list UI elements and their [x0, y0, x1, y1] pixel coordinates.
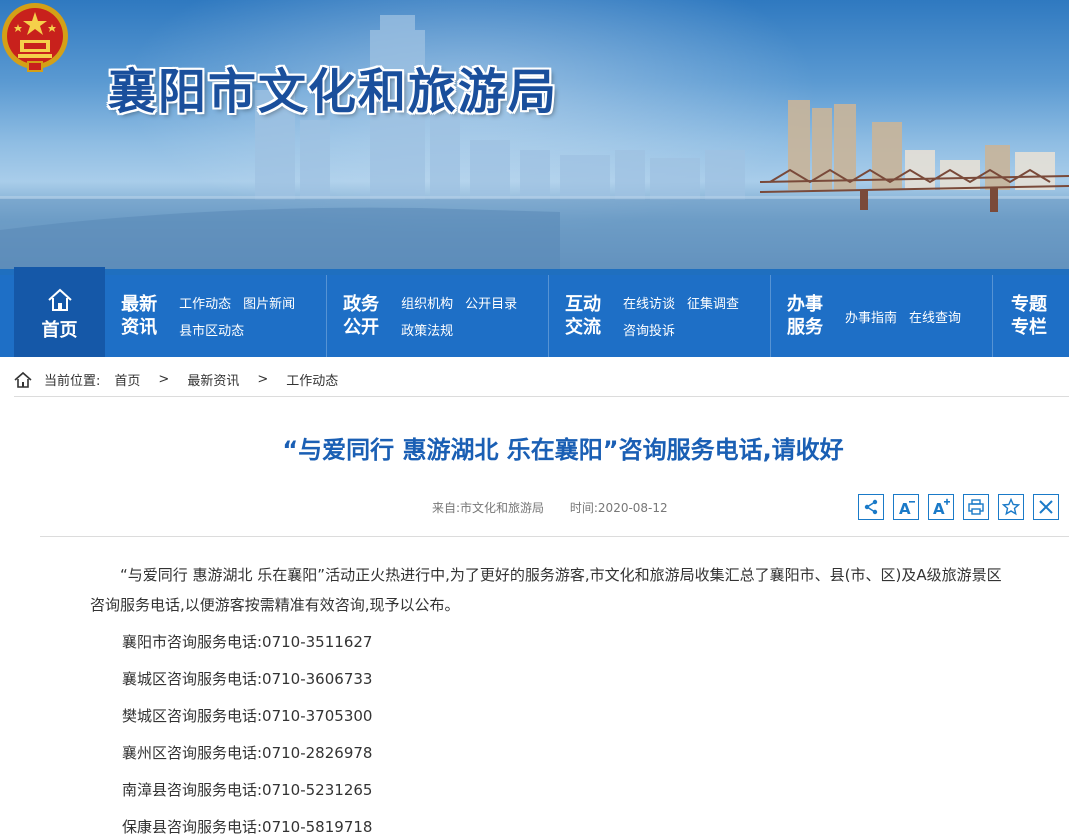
nav-title-news[interactable]: 最新 资讯	[121, 293, 159, 339]
article-meta: 来自:市文化和旅游局 时间:2020-08-12	[432, 499, 668, 516]
nav-group-special: 专题 专栏	[993, 275, 1069, 357]
phone-line: 襄州区咨询服务电话:0710-2826978	[122, 744, 373, 762]
breadcrumb: 当前位置: 首页 > 最新资讯 > 工作动态	[14, 367, 1069, 397]
breadcrumb-home[interactable]: 首页	[114, 370, 140, 389]
nav-link-policy[interactable]: 政策法规	[401, 320, 453, 339]
nav-home[interactable]: 首页	[14, 267, 106, 357]
share-button[interactable]	[858, 494, 884, 520]
article-time: 时间:2020-08-12	[569, 501, 668, 515]
article-tools: A A	[858, 494, 1059, 520]
nav-link-complaint[interactable]: 咨询投诉	[623, 320, 675, 339]
breadcrumb-label: 当前位置:	[44, 374, 101, 389]
main-nav: 首页 最新 资讯 工作动态 图片新闻 县市区动态 政务 公开 组织机构 公开目录 政…	[0, 267, 1069, 357]
nav-title-gov[interactable]: 政务 公开	[343, 293, 381, 339]
breadcrumb-separator: >	[158, 372, 170, 387]
breadcrumb-news[interactable]: 最新资讯	[187, 370, 239, 389]
font-decrease-button[interactable]: A	[893, 494, 919, 520]
nav-link-interview[interactable]: 在线访谈	[623, 293, 675, 312]
nav-group-service: 办事 服务 办事指南 在线查询	[771, 275, 993, 357]
share-icon	[864, 499, 878, 515]
font-decrease-icon: A	[899, 500, 915, 516]
breadcrumb-home-icon	[14, 371, 32, 388]
nav-group-interact: 互动 交流 在线访谈 征集调查 咨询投诉	[549, 275, 771, 357]
print-button[interactable]	[963, 494, 989, 520]
nav-link-catalog[interactable]: 公开目录	[465, 293, 517, 312]
font-increase-icon: A	[933, 498, 950, 516]
nav-link-work-news[interactable]: 工作动态	[179, 293, 231, 312]
nav-group-gov: 政务 公开 组织机构 公开目录 政策法规	[327, 275, 550, 357]
nav-group-news: 最新 资讯 工作动态 图片新闻 县市区动态	[105, 275, 328, 357]
favorite-star-icon	[1002, 498, 1020, 516]
header-banner: 襄阳市文化和旅游局	[0, 0, 1069, 275]
favorite-button[interactable]	[998, 494, 1024, 520]
nav-link-guide[interactable]: 办事指南	[845, 307, 897, 326]
nav-link-survey[interactable]: 征集调查	[687, 293, 739, 312]
article-content: “与爱同行 惠游湖北 乐在襄阳”活动正火热进行中,为了更好的服务游客,市文化和旅…	[90, 560, 1010, 840]
nav-link-photo-news[interactable]: 图片新闻	[243, 293, 295, 312]
article-title: “与爱同行 惠游湖北 乐在襄阳”咨询服务电话,请收好	[282, 436, 844, 464]
article-source: 来自:市文化和旅游局	[432, 501, 545, 515]
nav-link-org[interactable]: 组织机构	[401, 293, 453, 312]
site-title: 襄阳市文化和旅游局	[108, 64, 559, 120]
phone-line: 南漳县咨询服务电话:0710-5231265	[122, 781, 373, 799]
nav-title-interact[interactable]: 互动 交流	[565, 293, 603, 339]
phone-line: 保康县咨询服务电话:0710-5819718	[122, 818, 373, 836]
nav-title-special[interactable]: 专题 专栏	[1011, 293, 1049, 339]
print-icon	[968, 499, 984, 515]
phone-line: 襄阳市咨询服务电话:0710-3511627	[122, 633, 373, 651]
banner-cityscape	[0, 15, 1069, 275]
phone-line: 樊城区咨询服务电话:0710-3705300	[122, 707, 373, 725]
nav-link-query[interactable]: 在线查询	[909, 307, 961, 326]
national-emblem-icon	[2, 3, 68, 72]
article-intro: “与爱同行 惠游湖北 乐在襄阳”活动正火热进行中,为了更好的服务游客,市文化和旅…	[90, 566, 1002, 614]
font-increase-button[interactable]: A	[928, 494, 954, 520]
svg-text:A: A	[933, 500, 945, 516]
phone-line: 襄城区咨询服务电话:0710-3606733	[122, 670, 373, 688]
article-divider	[40, 536, 1069, 537]
close-button[interactable]	[1033, 494, 1059, 520]
nav-title-service[interactable]: 办事 服务	[787, 293, 825, 339]
nav-link-county-news[interactable]: 县市区动态	[179, 320, 244, 339]
home-icon	[47, 288, 72, 311]
breadcrumb-separator: >	[257, 372, 269, 387]
close-icon	[1039, 500, 1053, 514]
nav-home-label: 首页	[41, 320, 78, 341]
breadcrumb-work[interactable]: 工作动态	[286, 370, 338, 389]
